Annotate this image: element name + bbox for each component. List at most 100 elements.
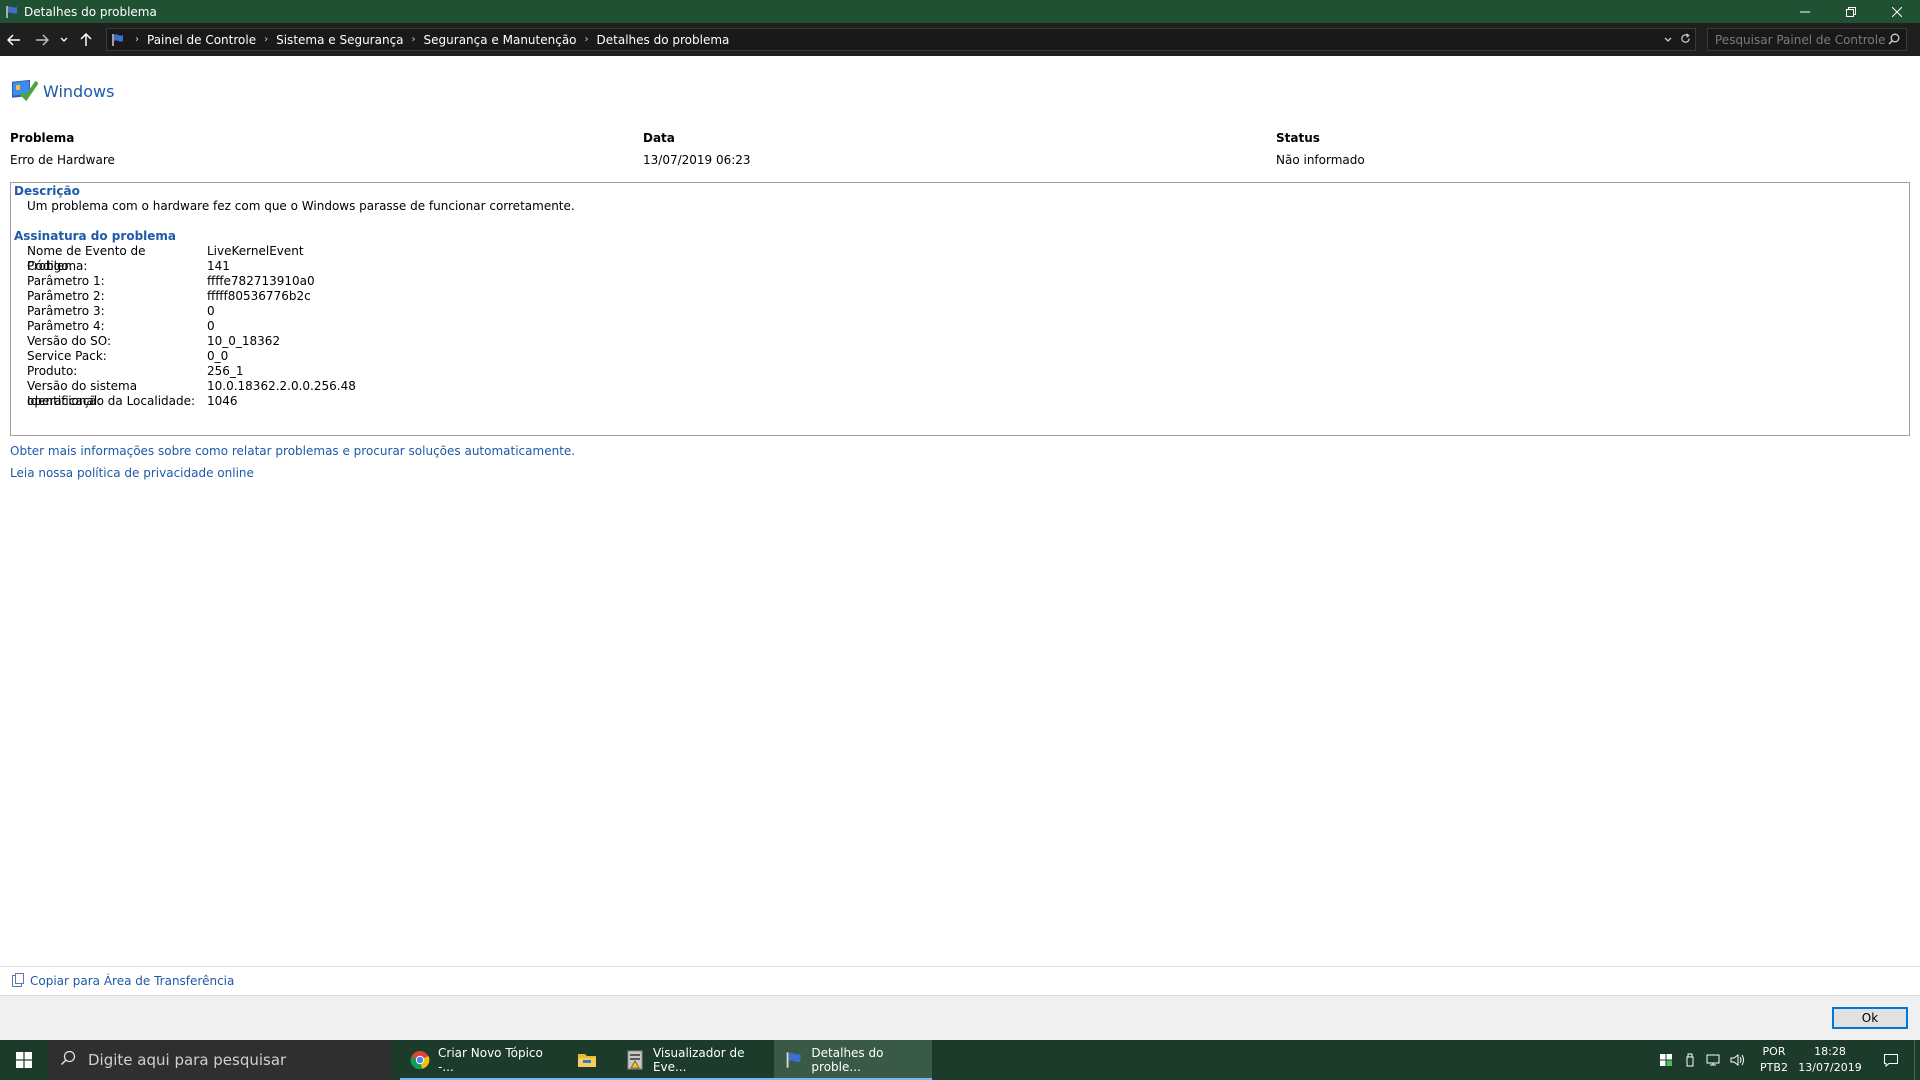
breadcrumb-separator-icon: › bbox=[411, 34, 416, 45]
taskbar-app-event-viewer[interactable]: Visualizador de Eve... bbox=[616, 1040, 774, 1080]
signature-value: 1046 bbox=[207, 394, 238, 408]
windows-brand: Windows bbox=[10, 76, 114, 107]
taskbar-app-label: Criar Novo Tópico -... bbox=[438, 1046, 543, 1074]
privacy-policy-link[interactable]: Leia nossa política de privacidade onlin… bbox=[10, 466, 254, 480]
event-viewer-icon bbox=[626, 1049, 645, 1071]
clock-date: 13/07/2019 bbox=[1798, 1061, 1862, 1074]
windows-action-center-icon bbox=[10, 76, 39, 107]
signature-value: 0 bbox=[207, 319, 215, 333]
signature-row: Código: 141 bbox=[27, 259, 356, 274]
signature-value: 256_1 bbox=[207, 364, 244, 378]
signature-value: 141 bbox=[207, 259, 230, 273]
more-info-link[interactable]: Obter mais informações sobre como relata… bbox=[10, 444, 575, 458]
flag-icon bbox=[784, 1049, 803, 1071]
minimize-button[interactable] bbox=[1782, 0, 1828, 23]
signature-key: Código: bbox=[27, 259, 73, 273]
signature-key: Versão do sistema operacional: bbox=[27, 379, 138, 408]
signature-row: Parâmetro 4: 0 bbox=[27, 319, 356, 334]
signature-value: 10.0.18362.2.0.0.256.48 bbox=[207, 379, 356, 393]
show-desktop-button[interactable] bbox=[1914, 1040, 1920, 1080]
copy-to-clipboard-link[interactable]: Copiar para Área de Transferência bbox=[30, 974, 234, 988]
status-header: Status bbox=[1276, 131, 1320, 145]
address-dropdown-chevron-icon[interactable] bbox=[1664, 33, 1672, 46]
problem-details-box: Descrição Um problema com o hardware fez… bbox=[10, 182, 1910, 436]
search-icon[interactable] bbox=[1888, 33, 1900, 48]
signature-key: Parâmetro 3: bbox=[27, 304, 105, 318]
notifications-icon[interactable] bbox=[1868, 1040, 1914, 1080]
signature-value: LiveKernelEvent bbox=[207, 244, 304, 258]
signature-row: Parâmetro 3: 0 bbox=[27, 304, 356, 319]
taskbar: Digite aqui para pesquisar Criar Novo Tó… bbox=[0, 1040, 1920, 1080]
clock[interactable]: 18:28 13/07/2019 bbox=[1792, 1044, 1868, 1076]
taskbar-search-box[interactable]: Digite aqui para pesquisar bbox=[48, 1040, 392, 1080]
signature-value: 10_0_18362 bbox=[207, 334, 281, 348]
forward-arrow-icon[interactable] bbox=[28, 23, 56, 56]
signature-value: fffff80536776b2c bbox=[207, 289, 311, 303]
security-shield-icon[interactable] bbox=[1654, 1040, 1678, 1080]
content-area: Windows Problema Data Status Erro de Har… bbox=[0, 56, 1920, 968]
signature-row: Versão do SO: 10_0_18362 bbox=[27, 334, 356, 349]
system-tray: POR PTB2 18:28 13/07/2019 bbox=[1654, 1040, 1920, 1080]
input-language[interactable]: POR PTB2 bbox=[1756, 1044, 1792, 1076]
network-icon[interactable] bbox=[1702, 1040, 1726, 1080]
address-bar: › Painel de Controle › Sistema e Seguran… bbox=[0, 23, 1920, 56]
up-arrow-icon[interactable] bbox=[72, 23, 100, 56]
description-text: Um problema com o hardware fez com que o… bbox=[27, 199, 575, 213]
signature-table: Nome de Evento de Problema: LiveKernelEve… bbox=[27, 244, 356, 409]
window-title: Detalhes do problema bbox=[24, 4, 157, 19]
signature-key: Versão do SO: bbox=[27, 334, 112, 348]
signature-row: Parâmetro 1: ffffe782713910a0 bbox=[27, 274, 356, 289]
signature-key: Parâmetro 1: bbox=[27, 274, 105, 288]
date-header: Data bbox=[643, 131, 675, 145]
usb-device-icon[interactable] bbox=[1678, 1040, 1702, 1080]
recent-locations-chevron-icon[interactable] bbox=[56, 23, 72, 56]
file-explorer-icon bbox=[576, 1049, 598, 1071]
volume-icon[interactable] bbox=[1726, 1040, 1750, 1080]
search-control-panel bbox=[1707, 28, 1907, 51]
signature-key: Nome de Evento de Problema: bbox=[27, 244, 146, 273]
taskbar-app-label: Detalhes do proble... bbox=[811, 1046, 884, 1074]
breadcrumb-separator-icon: › bbox=[264, 34, 269, 45]
taskbar-search-placeholder: Digite aqui para pesquisar bbox=[88, 1051, 287, 1069]
status-value: Não informado bbox=[1276, 153, 1365, 167]
clipboard-icon[interactable] bbox=[11, 972, 25, 991]
signature-value: 0_0 bbox=[207, 349, 229, 363]
windows-start-icon[interactable] bbox=[0, 1040, 48, 1080]
description-title: Descrição bbox=[14, 184, 80, 198]
search-input[interactable] bbox=[1715, 32, 1885, 47]
problem-value: Erro de Hardware bbox=[10, 153, 115, 167]
breadcrumb-separator-icon: › bbox=[135, 34, 139, 45]
refresh-icon[interactable] bbox=[1680, 32, 1691, 47]
flag-icon bbox=[4, 4, 20, 20]
signature-key: Identificação da Localidade: bbox=[27, 394, 196, 408]
signature-title: Assinatura do problema bbox=[14, 229, 177, 243]
taskbar-app-chrome[interactable]: Criar Novo Tópico -... bbox=[400, 1040, 558, 1080]
breadcrumb-problem-details[interactable]: Detalhes do problema bbox=[597, 33, 730, 47]
date-value: 13/07/2019 06:23 bbox=[643, 153, 751, 167]
back-arrow-icon[interactable] bbox=[0, 23, 28, 56]
signature-row: Produto: 256_1 bbox=[27, 364, 356, 379]
clock-time: 18:28 bbox=[1814, 1045, 1846, 1058]
signature-row: Nome de Evento de Problema: LiveKernelEve… bbox=[27, 244, 356, 273]
breadcrumb-separator-icon: › bbox=[584, 34, 589, 45]
problem-header: Problema bbox=[10, 131, 75, 145]
dialog-footer: Ok bbox=[0, 995, 1920, 1040]
ok-button[interactable]: Ok bbox=[1832, 1007, 1908, 1029]
restore-button[interactable] bbox=[1828, 0, 1874, 23]
breadcrumb-control-panel[interactable]: Painel de Controle bbox=[147, 33, 256, 47]
signature-value: ffffe782713910a0 bbox=[207, 274, 315, 288]
taskbar-app-problem-details[interactable]: Detalhes do proble... bbox=[774, 1040, 932, 1080]
breadcrumb-security-maintenance[interactable]: Segurança e Manutenção bbox=[424, 33, 577, 47]
brand-name: Windows bbox=[43, 82, 115, 101]
taskbar-app-file-explorer[interactable] bbox=[558, 1040, 616, 1080]
keyboard-layout: PTB2 bbox=[1760, 1061, 1788, 1074]
chrome-icon bbox=[410, 1049, 430, 1071]
language-code: POR bbox=[1762, 1045, 1786, 1058]
title-bar: Detalhes do problema bbox=[0, 0, 1920, 23]
copy-area: Copiar para Área de Transferência bbox=[0, 966, 1920, 995]
close-button[interactable] bbox=[1874, 0, 1920, 23]
breadcrumb-system-security[interactable]: Sistema e Segurança bbox=[276, 33, 403, 47]
address-box[interactable]: › Painel de Controle › Sistema e Seguran… bbox=[106, 28, 1696, 51]
signature-value: 0 bbox=[207, 304, 215, 318]
signature-key: Service Pack: bbox=[27, 349, 107, 363]
